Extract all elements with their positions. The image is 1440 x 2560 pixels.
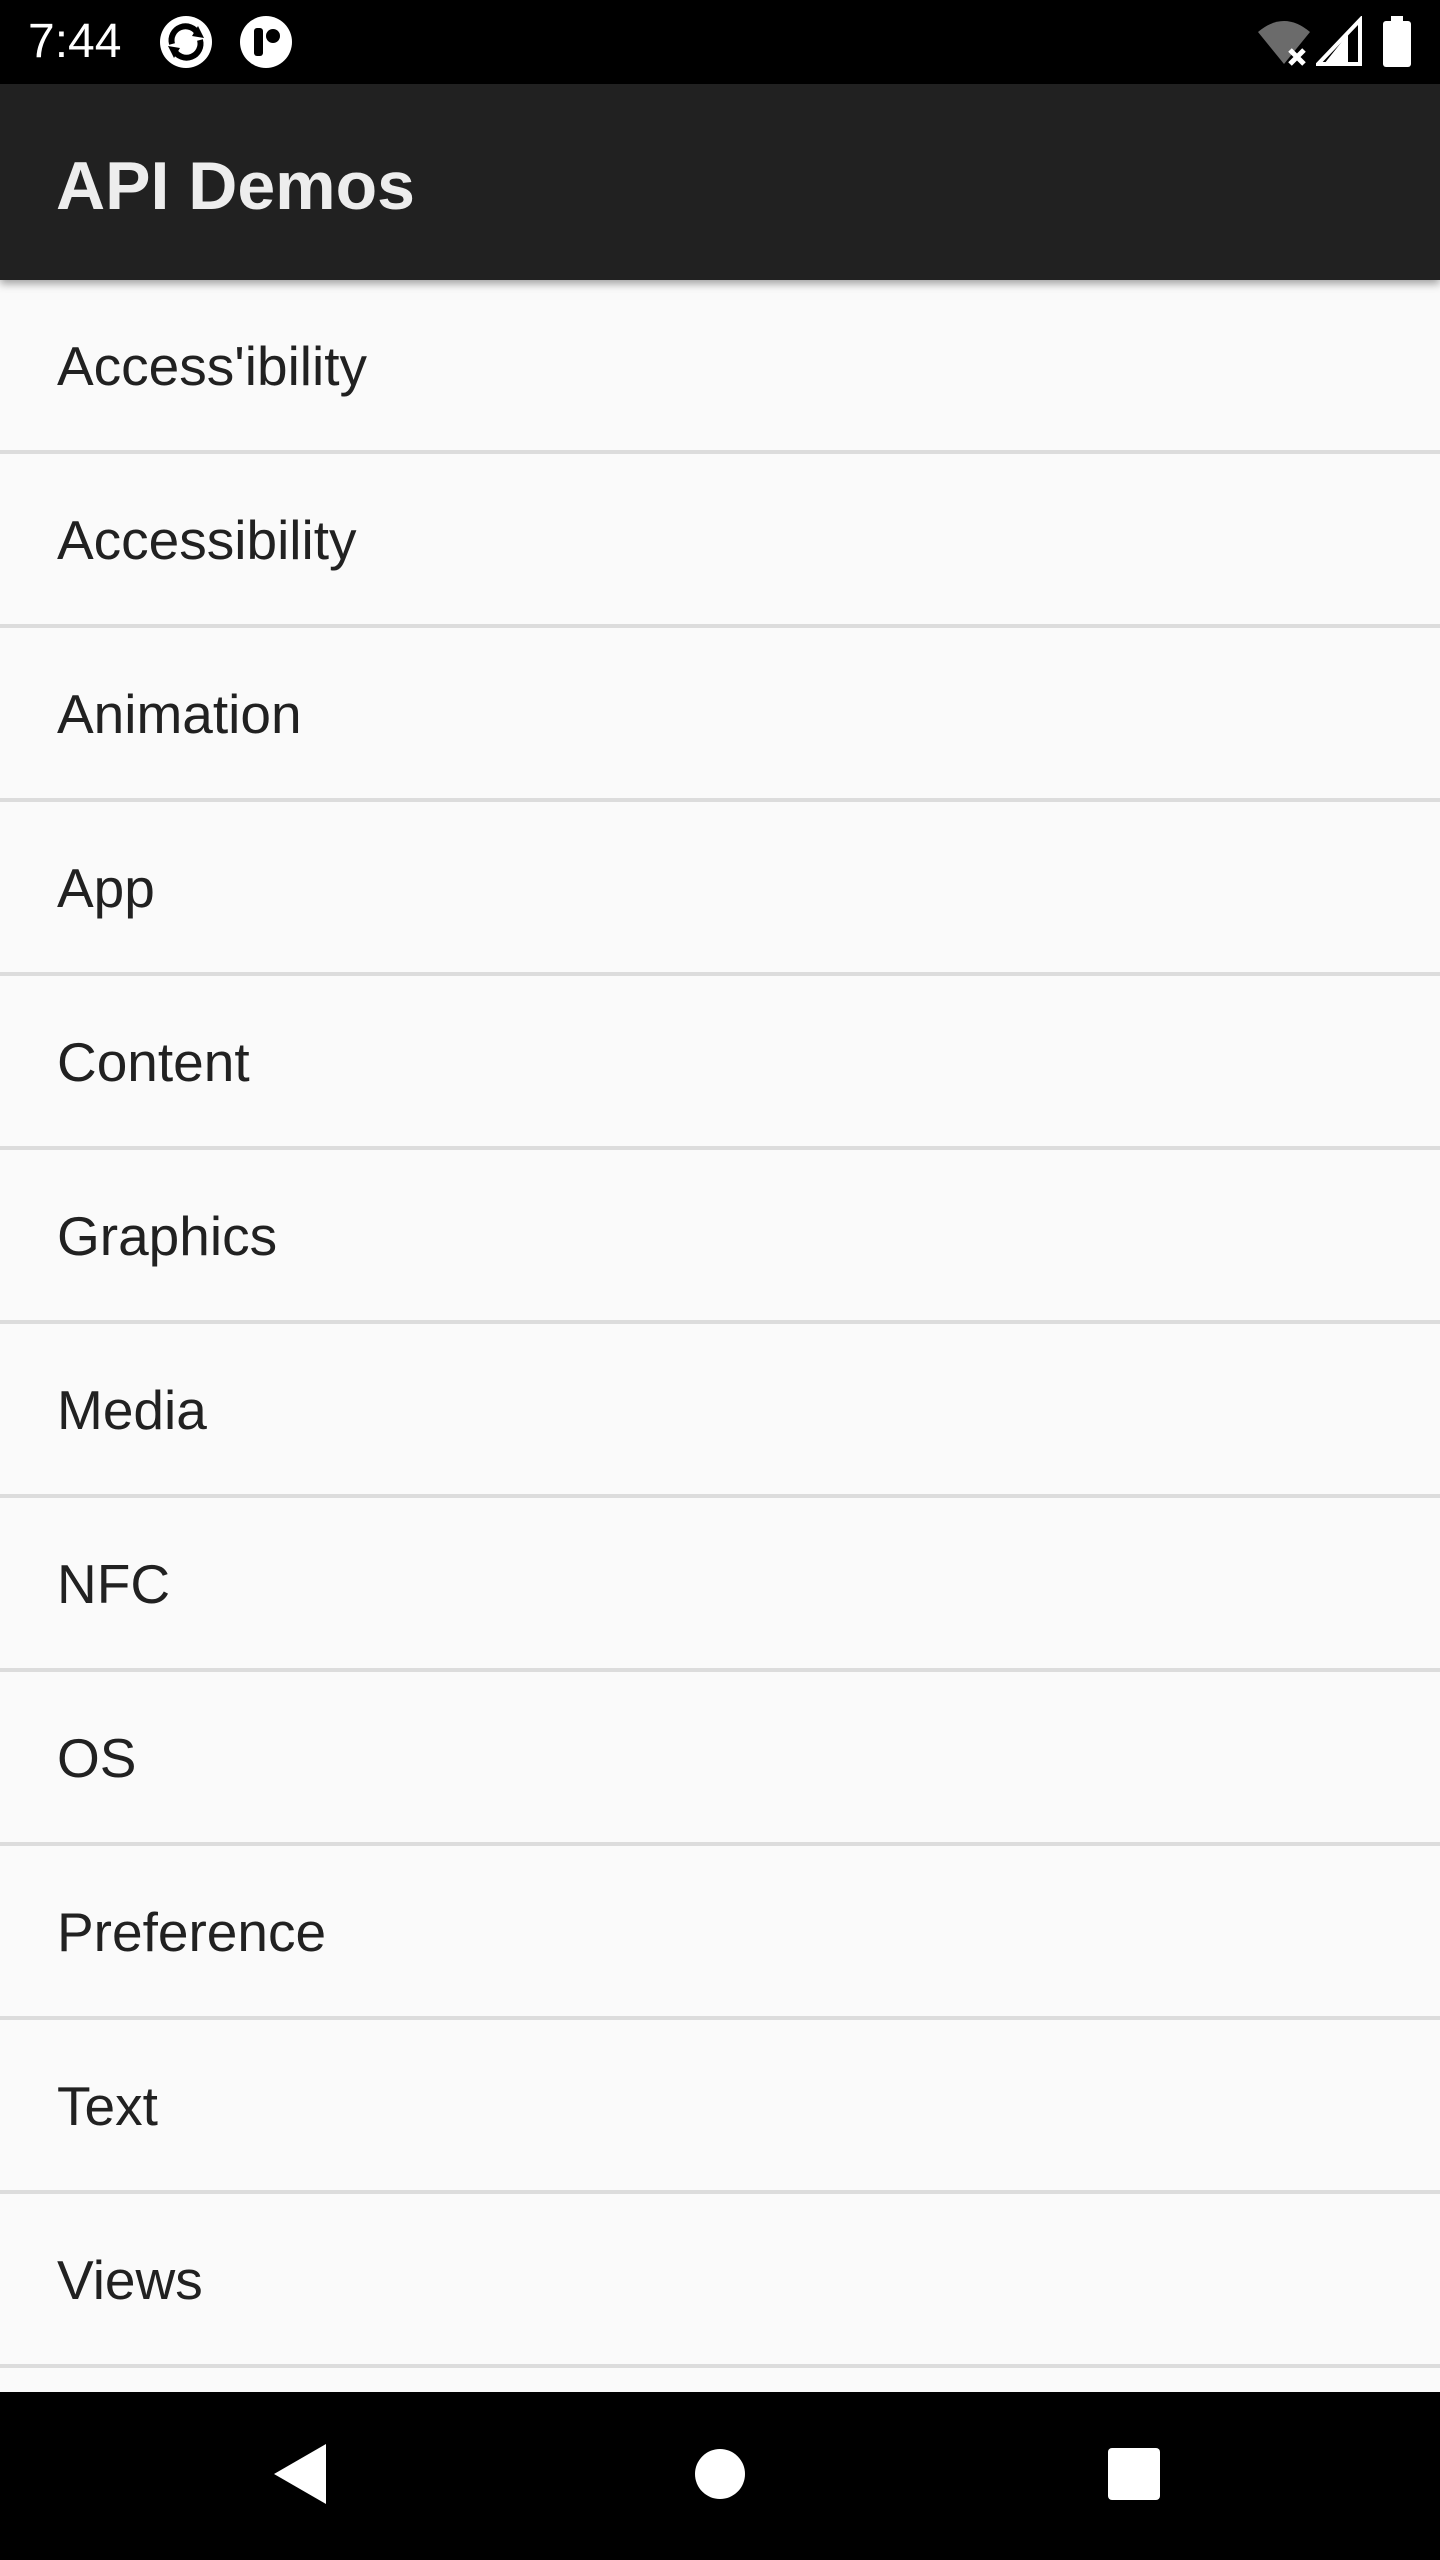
list-item-label: Accessibility: [57, 509, 357, 571]
wifi-off-icon: [1256, 16, 1312, 68]
list-item-label: Content: [57, 1031, 250, 1093]
back-icon: [272, 2442, 328, 2511]
list-item[interactable]: OS: [0, 1672, 1440, 1846]
status-bar: 7:44: [0, 0, 1440, 84]
list-item[interactable]: NFC: [0, 1498, 1440, 1672]
list-item[interactable]: Preference: [0, 1846, 1440, 2020]
status-time: 7:44: [28, 15, 122, 68]
list-item-label: App: [57, 857, 155, 919]
demo-list[interactable]: Access'ibility Accessibility Animation A…: [0, 280, 1440, 2390]
list-item[interactable]: Accessibility: [0, 454, 1440, 628]
notification-app-icon: [238, 14, 294, 70]
list-item-label: Text: [57, 2075, 158, 2137]
list-item[interactable]: Animation: [0, 628, 1440, 802]
list-item-label: Animation: [57, 683, 302, 745]
page-title: API Demos: [56, 148, 415, 224]
list-item[interactable]: App: [0, 802, 1440, 976]
list-item[interactable]: Graphics: [0, 1150, 1440, 1324]
list-item-label: Preference: [57, 1901, 327, 1963]
list-item-partial[interactable]: [0, 2368, 1440, 2390]
list-item[interactable]: Content: [0, 976, 1440, 1150]
list-item[interactable]: Views: [0, 2194, 1440, 2368]
list-item[interactable]: Access'ibility: [0, 280, 1440, 454]
list-item-label: NFC: [57, 1553, 171, 1615]
list-item-label: OS: [57, 1727, 137, 1789]
battery-icon: [1382, 16, 1412, 68]
list-item[interactable]: Media: [0, 1324, 1440, 1498]
navigation-bar: [0, 2392, 1440, 2560]
app-bar: API Demos: [0, 84, 1440, 280]
list-item[interactable]: Text: [0, 2020, 1440, 2194]
list-item-label: Media: [57, 1379, 207, 1441]
home-icon: [694, 2448, 746, 2505]
list-item-label: Access'ibility: [57, 335, 368, 397]
sync-icon: [158, 14, 214, 70]
back-button[interactable]: [200, 2392, 400, 2560]
list-item-label: Graphics: [57, 1205, 278, 1267]
list-item-label: Views: [57, 2249, 203, 2311]
recents-icon: [1108, 2447, 1160, 2505]
recents-button[interactable]: [1034, 2392, 1234, 2560]
cell-signal-icon: [1313, 15, 1362, 68]
home-button[interactable]: [620, 2392, 820, 2560]
